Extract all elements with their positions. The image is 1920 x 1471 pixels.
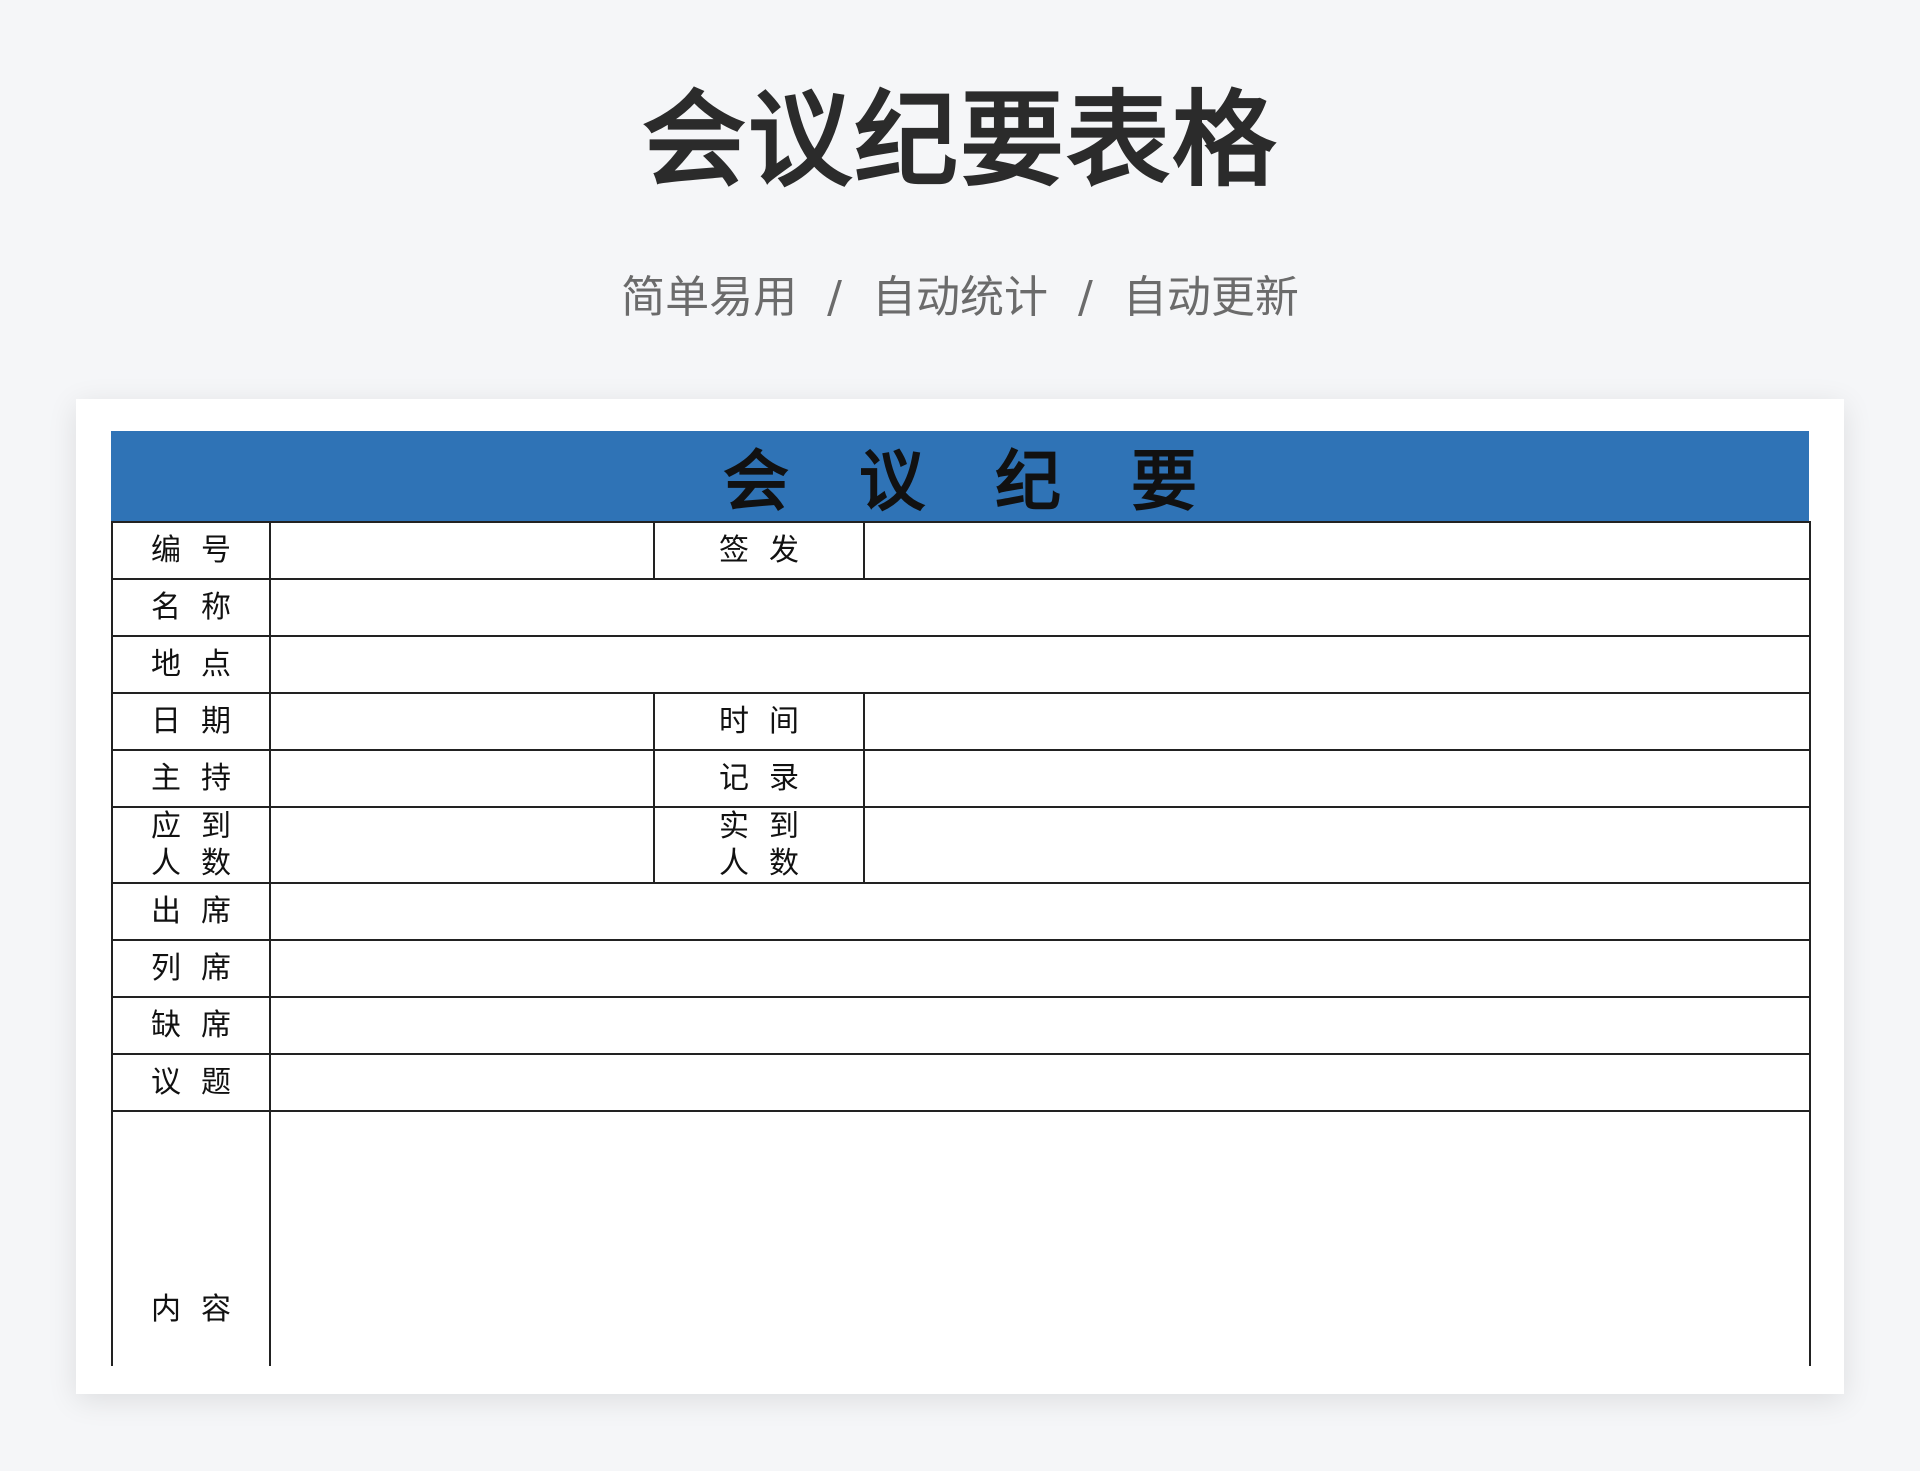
field-name[interactable] — [269, 578, 1811, 637]
field-date[interactable] — [269, 692, 655, 751]
field-issuer[interactable] — [863, 521, 1811, 580]
field-number[interactable] — [269, 521, 655, 580]
table-row: 地点 — [111, 635, 1811, 694]
table-row: 编号 签发 — [111, 521, 1811, 580]
label-location: 地点 — [111, 635, 271, 694]
label-expected-attendance: 应到 人数 — [111, 806, 271, 884]
table-row: 出席 — [111, 882, 1811, 941]
field-present[interactable] — [269, 882, 1811, 941]
label-host: 主持 — [111, 749, 271, 808]
label-absent: 缺席 — [111, 996, 271, 1055]
table-row: 应到 人数 实到 人数 — [111, 806, 1811, 884]
subtitle-item-auto-stats: 自动统计 — [872, 272, 1048, 323]
label-line: 人数 — [719, 846, 819, 881]
page-title: 会议纪要表格 — [641, 79, 1278, 201]
minutes-table: 编号 签发 名称 地点 日期 时间 主持 记录 应到 人数 实到 人数 出席 列… — [111, 521, 1811, 1366]
label-name: 名称 — [111, 578, 271, 637]
label-line: 人数 — [151, 846, 251, 881]
form-banner: 会议纪要 — [111, 431, 1809, 521]
table-row: 议题 — [111, 1053, 1811, 1112]
subtitle-item-simple: 简单易用 — [621, 272, 798, 323]
subtitle-separator: / — [827, 272, 842, 323]
label-topic: 议题 — [111, 1053, 271, 1112]
label-content: 内容 — [111, 1110, 271, 1366]
field-recorder[interactable] — [863, 749, 1811, 808]
label-number: 编号 — [111, 521, 271, 580]
meeting-minutes-sheet: 会议纪要 编号 签发 名称 地点 日期 时间 主持 记录 应到 人数 实到 人数… — [111, 431, 1811, 1366]
field-time[interactable] — [863, 692, 1811, 751]
label-issuer: 签发 — [653, 521, 865, 580]
label-actual-attendance: 实到 人数 — [653, 806, 865, 884]
field-expected-attendance[interactable] — [269, 806, 655, 884]
page-subtitle: 简单易用 / 自动统计 / 自动更新 — [0, 268, 1920, 328]
label-recorder: 记录 — [653, 749, 865, 808]
subtitle-item-auto-update: 自动更新 — [1122, 272, 1299, 323]
table-row: 缺席 — [111, 996, 1811, 1055]
field-location[interactable] — [269, 635, 1811, 694]
field-content[interactable] — [269, 1110, 1811, 1366]
table-row: 主持 记录 — [111, 749, 1811, 808]
subtitle-separator: / — [1078, 272, 1093, 323]
field-absent[interactable] — [269, 996, 1811, 1055]
field-actual-attendance[interactable] — [863, 806, 1811, 884]
label-line: 实到 — [719, 809, 819, 844]
form-card: 会议纪要 编号 签发 名称 地点 日期 时间 主持 记录 应到 人数 实到 人数… — [76, 399, 1844, 1394]
label-date: 日期 — [111, 692, 271, 751]
field-observers[interactable] — [269, 939, 1811, 998]
label-time: 时间 — [653, 692, 865, 751]
field-host[interactable] — [269, 749, 655, 808]
table-row: 日期 时间 — [111, 692, 1811, 751]
table-row: 名称 — [111, 578, 1811, 637]
table-row: 内容 — [111, 1110, 1811, 1366]
table-row: 列席 — [111, 939, 1811, 998]
label-line: 应到 — [151, 809, 251, 844]
label-present: 出席 — [111, 882, 271, 941]
field-topic[interactable] — [269, 1053, 1811, 1112]
label-observers: 列席 — [111, 939, 271, 998]
